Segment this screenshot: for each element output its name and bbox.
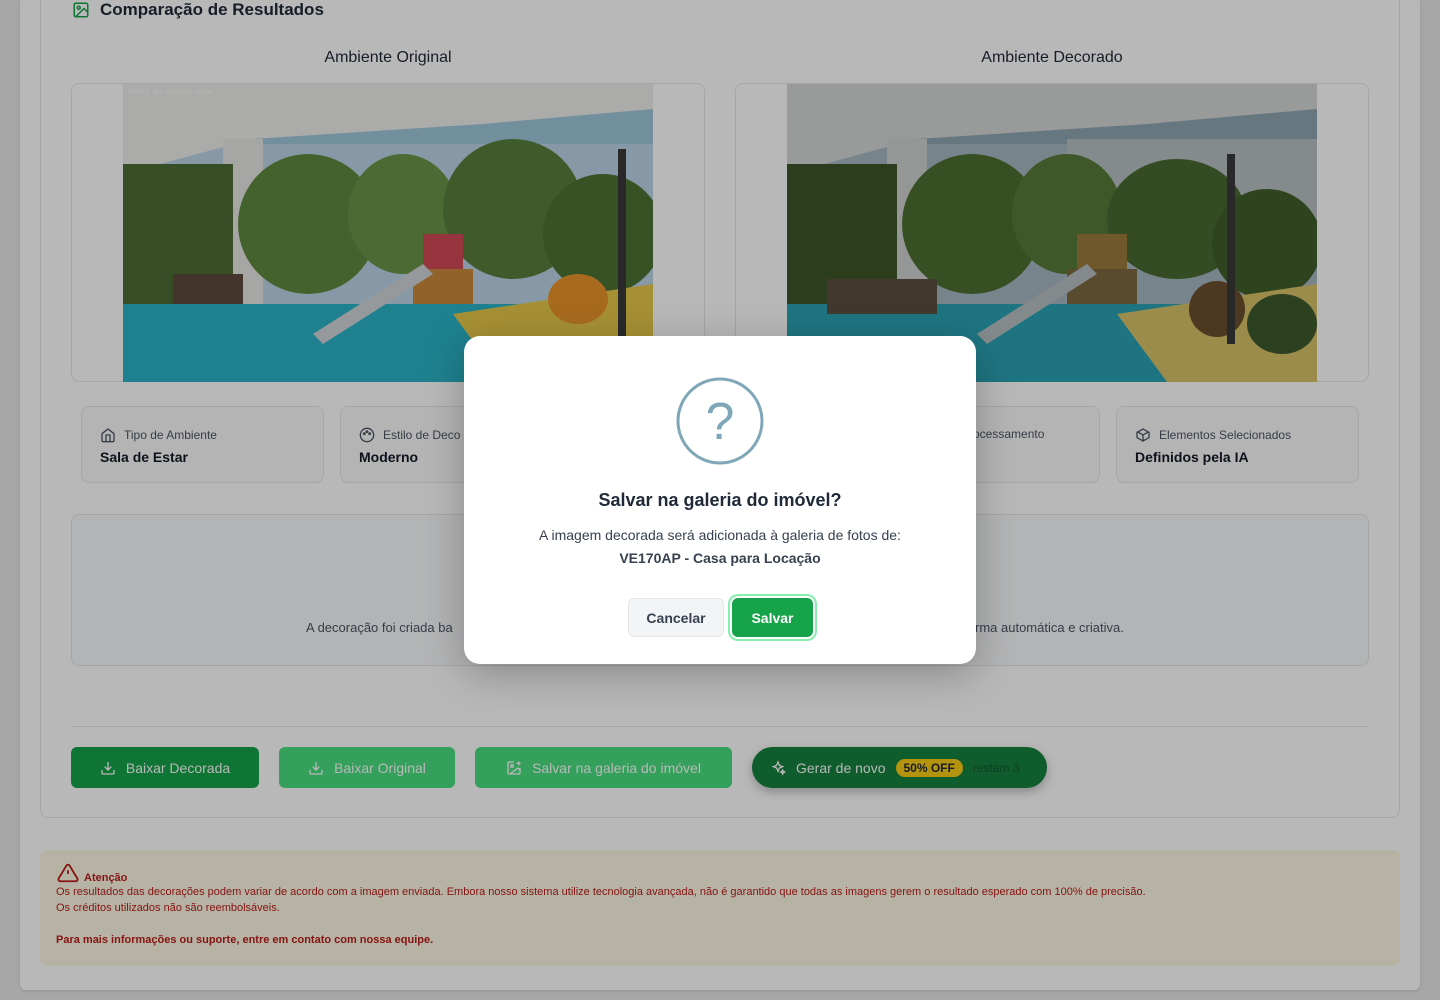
svg-text:?: ? [706,393,735,451]
modal-text: A imagem decorada será adicionada à gale… [539,527,901,543]
modal-property: VE170AP - Casa para Locação [619,550,821,566]
confirm-modal: ? Salvar na galeria do imóvel? A imagem … [464,336,976,664]
cancel-button[interactable]: Cancelar [628,598,724,637]
modal-title: Salvar na galeria do imóvel? [598,490,842,510]
confirm-save-button[interactable]: Salvar [732,598,813,637]
question-icon: ? [676,377,764,465]
